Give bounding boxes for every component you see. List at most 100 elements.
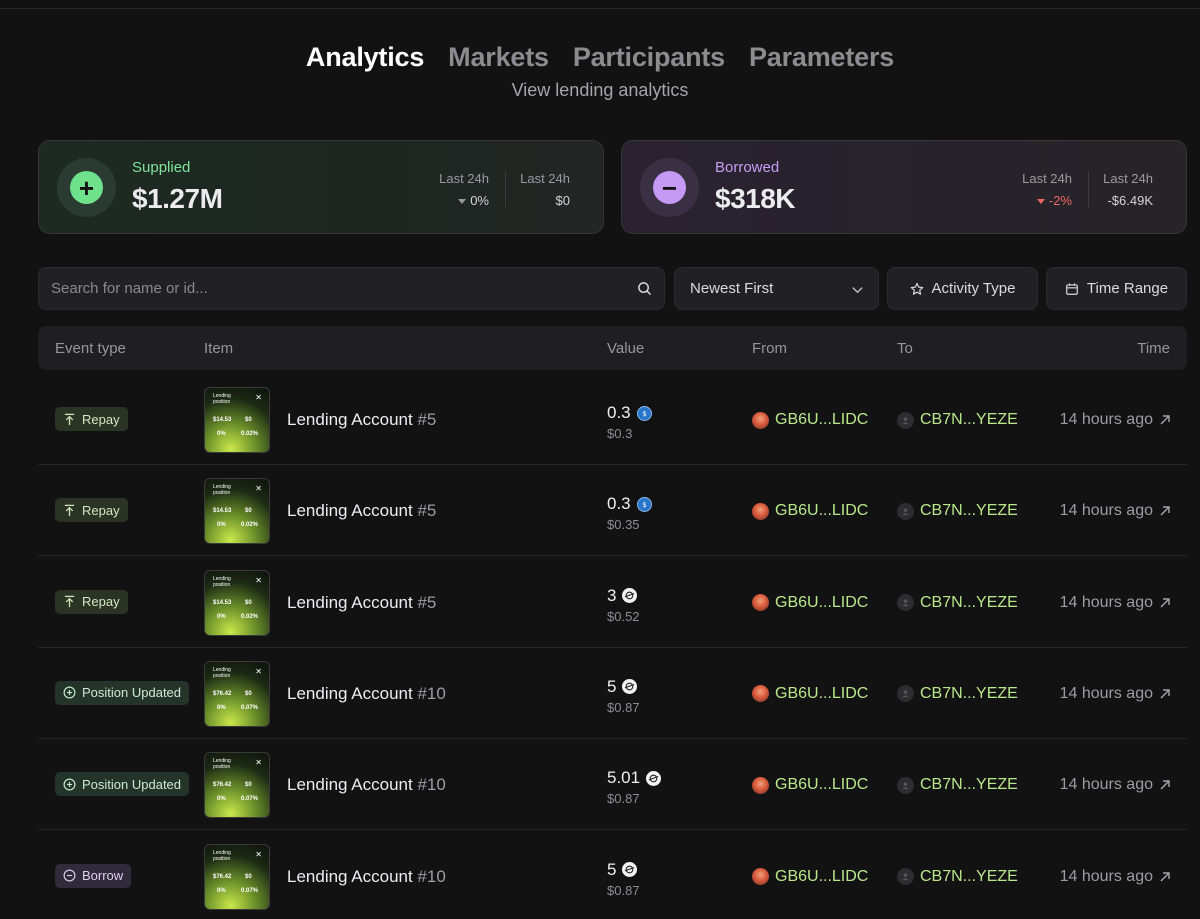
from-address[interactable]: GB6U...LIDC (752, 868, 868, 886)
from-address[interactable]: GB6U...LIDC (752, 776, 868, 794)
item-name[interactable]: Lending Account #10 (287, 867, 446, 887)
item-name[interactable]: Lending Account #10 (287, 684, 446, 704)
table-row[interactable]: Position Updated Lending position ✕ $76.4… (38, 648, 1187, 739)
item-name[interactable]: Lending Account #5 (287, 410, 436, 430)
usdc-coin-icon: $ (636, 405, 652, 421)
value-amount: 5 (607, 860, 638, 880)
plus-icon: + (57, 158, 116, 217)
event-badge: Repay (55, 407, 128, 431)
event-badge: Position Updated (55, 680, 190, 705)
repay-arrow-icon (64, 413, 75, 425)
sort-dropdown[interactable]: Newest First (674, 267, 879, 310)
external-link-icon (1160, 506, 1170, 516)
header-item: Item (204, 340, 234, 357)
to-address[interactable]: CB7N...YEZE (897, 502, 1018, 520)
to-address[interactable]: CB7N...YEZE (897, 685, 1018, 703)
item-name[interactable]: Lending Account #10 (287, 775, 446, 795)
table-row[interactable]: Repay Lending position ✕ $14.53 $0 0% 0.0… (38, 374, 1187, 465)
event-label: Repay (82, 594, 120, 610)
item-thumbnail[interactable]: Lending position ✕ $14.53 $0 0% 0.02% (204, 478, 270, 545)
avatar (752, 502, 769, 520)
value-amount: 0.3 $ (607, 494, 652, 514)
avatar (752, 411, 769, 429)
star-icon (910, 282, 923, 295)
close-icon: ✕ (255, 484, 262, 494)
time-link[interactable]: 14 hours ago (1060, 502, 1171, 520)
from-address[interactable]: GB6U...LIDC (752, 502, 868, 520)
external-link-icon (1160, 780, 1170, 790)
usdc-coin-icon: $ (636, 496, 652, 512)
header-time: Time (1137, 340, 1170, 357)
value-usd: $0.87 (607, 791, 640, 807)
page-subtitle: View lending analytics (511, 80, 689, 100)
from-address[interactable]: GB6U...LIDC (752, 685, 868, 703)
table-row[interactable]: Borrow Lending position ✕ $76.42 $0 0% 0.… (38, 831, 1187, 919)
header-to: To (897, 340, 913, 357)
value-usd: $0.52 (607, 608, 640, 624)
activity-type-label: Activity Type (931, 280, 1016, 297)
table-row[interactable]: Position Updated Lending position ✕ $76.4… (38, 739, 1187, 831)
from-address[interactable]: GB6U...LIDC (752, 411, 868, 429)
value-usd: $0.35 (607, 517, 640, 533)
event-label: Repay (82, 411, 120, 427)
stat-divider (505, 171, 506, 207)
avatar (752, 594, 769, 612)
header-event-type: Event type (55, 340, 126, 357)
event-label: Position Updated (82, 685, 182, 701)
time-link[interactable]: 14 hours ago (1060, 411, 1171, 429)
contract-avatar-icon (897, 502, 914, 520)
event-badge: Repay (55, 498, 128, 523)
main-nav: Analytics Markets Participants Parameter… (0, 42, 1200, 73)
item-name[interactable]: Lending Account #5 (287, 501, 436, 521)
tab-parameters[interactable]: Parameters (749, 42, 894, 73)
minus-circle-icon (63, 869, 76, 882)
search-box (38, 267, 665, 310)
borrowed-card: − Borrowed $318K Last 24h -2% Last 24h -… (621, 140, 1187, 234)
item-name[interactable]: Lending Account #5 (287, 593, 436, 613)
time-link[interactable]: 14 hours ago (1060, 776, 1171, 794)
time-link[interactable]: 14 hours ago (1060, 685, 1171, 703)
svg-text:$: $ (642, 409, 647, 418)
stellar-coin-icon (646, 770, 662, 786)
tab-analytics[interactable]: Analytics (306, 42, 424, 73)
tab-markets[interactable]: Markets (448, 42, 549, 73)
supplied-label: Supplied (132, 159, 191, 176)
item-thumbnail[interactable]: Lending position ✕ $76.42 $0 0% 0.07% (204, 660, 270, 727)
external-link-icon (1160, 871, 1170, 881)
to-address[interactable]: CB7N...YEZE (897, 594, 1018, 612)
contract-avatar-icon (897, 685, 914, 703)
search-icon[interactable] (637, 281, 652, 296)
to-address[interactable]: CB7N...YEZE (897, 868, 1018, 886)
from-address[interactable]: GB6U...LIDC (752, 594, 868, 612)
value-usd: $0.87 (607, 882, 640, 898)
stellar-coin-icon (622, 588, 638, 604)
time-range-label: Time Range (1086, 280, 1169, 297)
close-icon: ✕ (255, 849, 262, 859)
tab-participants[interactable]: Participants (573, 42, 725, 73)
item-thumbnail[interactable]: Lending position ✕ $76.42 $0 0% 0.07% (204, 843, 270, 910)
activity-type-button[interactable]: Activity Type (887, 267, 1038, 310)
to-address[interactable]: CB7N...YEZE (897, 776, 1018, 794)
contract-avatar-icon (897, 868, 914, 885)
contract-avatar-icon (897, 411, 914, 429)
item-thumbnail[interactable]: Lending position ✕ $76.42 $0 0% 0.07% (204, 752, 270, 819)
search-input[interactable] (39, 268, 619, 309)
value-amount: 3 (607, 586, 638, 606)
top-divider (0, 8, 1200, 9)
value-usd: $0.3 (607, 426, 633, 441)
table-row[interactable]: Repay Lending position ✕ $14.53 $0 0% 0.0… (38, 557, 1187, 648)
stat-divider (1088, 171, 1089, 207)
time-link[interactable]: 14 hours ago (1060, 594, 1171, 612)
plus-circle-icon (63, 778, 76, 791)
item-thumbnail[interactable]: Lending position ✕ $14.53 $0 0% 0.02% (204, 387, 270, 453)
to-address[interactable]: CB7N...YEZE (897, 411, 1018, 429)
stellar-coin-icon (622, 679, 638, 695)
item-thumbnail[interactable]: Lending position ✕ $14.53 $0 0% 0.02% (204, 569, 270, 636)
time-range-button[interactable]: Time Range (1046, 267, 1187, 310)
value-usd: $0.87 (607, 699, 640, 715)
time-link[interactable]: 14 hours ago (1060, 868, 1171, 886)
triangle-down-icon (458, 199, 467, 205)
table-row[interactable]: Repay Lending position ✕ $14.53 $0 0% 0.0… (38, 465, 1187, 557)
close-icon: ✕ (255, 666, 262, 676)
repay-arrow-icon (64, 504, 75, 516)
